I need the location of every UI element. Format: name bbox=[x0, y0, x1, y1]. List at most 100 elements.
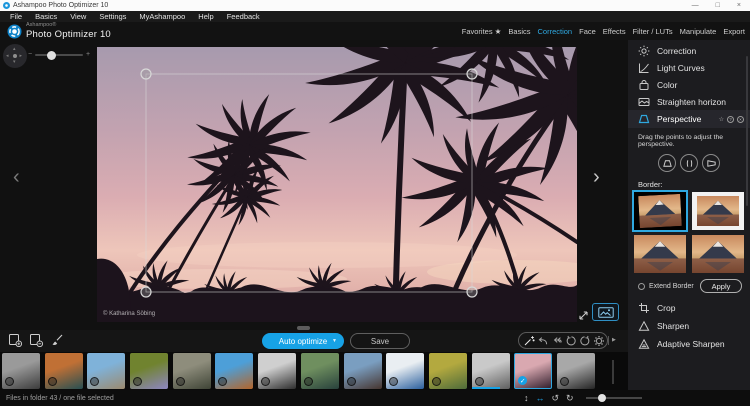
extend-border-radio[interactable] bbox=[638, 283, 645, 290]
previous-image-button[interactable]: ‹ bbox=[13, 167, 20, 187]
perspective-handle-bottom-right[interactable] bbox=[467, 287, 477, 297]
perspective-handle-top-right[interactable] bbox=[467, 69, 477, 79]
perspective-overlay[interactable] bbox=[97, 47, 577, 322]
select-circle-icon[interactable] bbox=[261, 377, 270, 386]
photo-canvas[interactable]: © Katharina Söbing bbox=[97, 47, 577, 322]
select-circle-icon[interactable] bbox=[475, 377, 484, 386]
filmstrip-thumbnail-horseshoe-bend[interactable] bbox=[45, 353, 83, 389]
filmstrip-thumbnail-santorini-dome[interactable] bbox=[386, 353, 424, 389]
select-circle-icon[interactable] bbox=[133, 377, 142, 386]
filmstrip-thumbnail-route-66-sign[interactable] bbox=[2, 353, 40, 389]
filmstrip-thumbnail-monkeys[interactable] bbox=[173, 353, 211, 389]
add-image-icon[interactable] bbox=[8, 333, 22, 347]
filmstrip-thumbnail-colonial-building[interactable] bbox=[472, 353, 510, 389]
perspective-frame[interactable] bbox=[146, 74, 472, 292]
sidebar-item-adaptive-sharpen[interactable]: Adaptive Sharpen bbox=[628, 335, 750, 353]
remove-image-icon[interactable] bbox=[29, 333, 43, 347]
tab-effects[interactable]: Effects bbox=[603, 27, 626, 36]
undo-all-icon[interactable] bbox=[551, 335, 563, 347]
filmstrip-thumbnail-horse-carriage[interactable] bbox=[258, 353, 296, 389]
selected-check-icon[interactable]: ✓ bbox=[518, 376, 527, 385]
menu-file[interactable]: File bbox=[10, 12, 22, 21]
perspective-handle-bottom-left[interactable] bbox=[141, 287, 151, 297]
sidebar-item-light-curves[interactable]: Light Curves bbox=[628, 59, 750, 76]
sidebar-item-perspective[interactable]: Perspective☆?× bbox=[628, 110, 750, 128]
border-option-extend-edges[interactable] bbox=[634, 235, 686, 273]
zoom-slider-thumb[interactable] bbox=[47, 51, 56, 60]
filmstrip-thumbnail-bw-stairs[interactable] bbox=[557, 353, 595, 389]
tab-correction[interactable]: Correction bbox=[538, 27, 573, 36]
zoom-slider[interactable]: − + bbox=[26, 48, 92, 62]
collapse-panel-icon[interactable]: × bbox=[737, 116, 744, 123]
flip-horizontal-icon[interactable]: ↔ bbox=[536, 394, 545, 403]
close-button[interactable]: × bbox=[737, 2, 741, 9]
select-circle-icon[interactable] bbox=[389, 377, 398, 386]
sidebar-item-straighten-horizon[interactable]: Straighten horizon bbox=[628, 93, 750, 110]
brush-icon[interactable] bbox=[50, 333, 64, 347]
auto-optimize-dropdown-icon[interactable]: ▼ bbox=[332, 338, 337, 344]
help-icon[interactable]: ? bbox=[727, 116, 734, 123]
toolbar-drag-handle[interactable] bbox=[297, 326, 310, 330]
filmstrip-thumbnail-lake-boat[interactable] bbox=[301, 353, 339, 389]
menu-view[interactable]: View bbox=[70, 12, 86, 21]
filmstrip-thumbnail-monument-valley[interactable] bbox=[215, 353, 253, 389]
sidebar-scrollbar[interactable] bbox=[746, 56, 748, 206]
perspective-lens-button[interactable] bbox=[680, 154, 698, 172]
fit-view-icon[interactable] bbox=[577, 309, 590, 322]
sidebar-item-crop[interactable]: Crop bbox=[628, 299, 750, 317]
rotate-ccw-icon[interactable]: ↺ bbox=[552, 394, 560, 403]
select-circle-icon[interactable] bbox=[304, 377, 313, 386]
next-image-button[interactable]: › bbox=[593, 167, 600, 187]
rotate-right-icon[interactable] bbox=[579, 335, 591, 347]
tab-filter-luts[interactable]: Filter / LUTs bbox=[633, 27, 673, 36]
rotate-left-icon[interactable] bbox=[565, 335, 577, 347]
thumbnail-size-slider[interactable] bbox=[586, 397, 642, 399]
border-option-white-border[interactable] bbox=[692, 192, 744, 230]
rotate-cw-icon[interactable]: ↻ bbox=[566, 394, 574, 403]
menu-feedback[interactable]: Feedback bbox=[227, 12, 260, 21]
perspective-vertical-button[interactable] bbox=[658, 154, 676, 172]
toolbar-more-button[interactable]: ▶ bbox=[612, 338, 616, 343]
save-button[interactable]: Save bbox=[350, 333, 410, 349]
sidebar-item-sharpen[interactable]: Sharpen bbox=[628, 317, 750, 335]
select-circle-icon[interactable] bbox=[48, 377, 57, 386]
select-circle-icon[interactable] bbox=[5, 377, 14, 386]
menu-help[interactable]: Help bbox=[198, 12, 213, 21]
tab-manipulate[interactable]: Manipulate bbox=[680, 27, 717, 36]
magic-wand-icon[interactable] bbox=[523, 335, 535, 347]
compare-original-button[interactable] bbox=[592, 303, 619, 321]
pan-control[interactable]: ▴ ▾ ◂ ▸ bbox=[3, 44, 27, 68]
filmstrip-thumbnail-palm-sunset[interactable]: ✓ bbox=[514, 353, 552, 389]
zoom-in-icon[interactable]: + bbox=[86, 51, 90, 58]
zoom-slider-track[interactable] bbox=[35, 54, 83, 56]
sidebar-item-color[interactable]: Color bbox=[628, 76, 750, 93]
perspective-horizontal-button[interactable] bbox=[702, 154, 720, 172]
favorite-star-icon[interactable]: ☆ bbox=[719, 116, 724, 123]
filmstrip-thumbnail-wildflowers[interactable] bbox=[130, 353, 168, 389]
select-circle-icon[interactable] bbox=[560, 377, 569, 386]
auto-optimize-button[interactable]: Auto optimize ▼ bbox=[262, 333, 344, 349]
apply-button[interactable]: Apply bbox=[700, 279, 742, 293]
select-circle-icon[interactable] bbox=[176, 377, 185, 386]
tab-export[interactable]: Export bbox=[723, 27, 745, 36]
menu-myashampoo[interactable]: MyAshampoo bbox=[139, 12, 185, 21]
select-circle-icon[interactable] bbox=[218, 377, 227, 386]
select-circle-icon[interactable] bbox=[90, 377, 99, 386]
tab-basics[interactable]: Basics bbox=[508, 27, 530, 36]
perspective-handle-top-left[interactable] bbox=[141, 69, 151, 79]
maximize-button[interactable]: □ bbox=[716, 2, 720, 9]
select-circle-icon[interactable] bbox=[347, 377, 356, 386]
tab-face[interactable]: Face bbox=[579, 27, 596, 36]
border-option-extend-edges-alt[interactable] bbox=[692, 235, 744, 273]
sidebar-item-correction[interactable]: Correction bbox=[628, 42, 750, 59]
filmstrip-thumbnail-harbor-town[interactable] bbox=[344, 353, 382, 389]
menu-settings[interactable]: Settings bbox=[99, 12, 126, 21]
filmstrip-thumbnail-laundry-line[interactable] bbox=[87, 353, 125, 389]
zoom-out-icon[interactable]: − bbox=[28, 51, 32, 58]
border-option-black-fill[interactable] bbox=[634, 192, 686, 230]
flip-vertical-icon[interactable]: ↕ bbox=[524, 394, 529, 403]
select-circle-icon[interactable] bbox=[432, 377, 441, 386]
filmstrip-thumbnail-vintage-truck[interactable] bbox=[429, 353, 467, 389]
menu-basics[interactable]: Basics bbox=[35, 12, 57, 21]
minimize-button[interactable]: — bbox=[692, 2, 699, 9]
